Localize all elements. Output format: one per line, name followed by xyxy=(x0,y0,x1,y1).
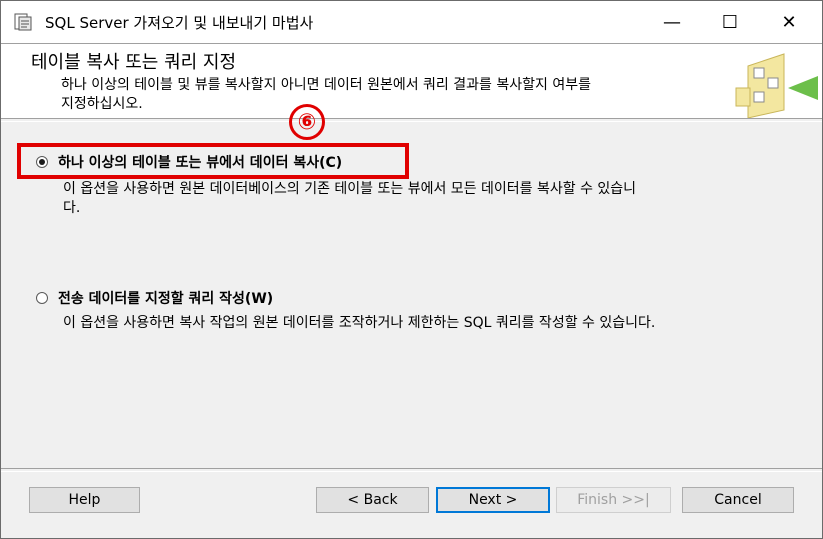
option-write-query-description: 이 옵션을 사용하면 복사 작업의 원본 데이터를 조작하거나 제한하는 SQL… xyxy=(63,314,783,333)
wizard-app-icon xyxy=(14,13,32,31)
back-button[interactable]: < Back xyxy=(316,487,429,513)
maximize-button[interactable]: ☐ xyxy=(702,1,758,43)
option-copy-tables-description: 이 옵션을 사용하면 원본 데이터베이스의 기존 테이블 또는 뷰에서 모든 데… xyxy=(63,180,783,218)
option-copy-tables-description-line1: 이 옵션을 사용하면 원본 데이터베이스의 기존 테이블 또는 뷰에서 모든 데… xyxy=(63,181,637,197)
finish-button[interactable]: Finish >>| xyxy=(556,487,671,513)
header-divider xyxy=(1,118,822,122)
step-number-badge: ⑥ xyxy=(289,104,325,140)
wizard-graphic-icon xyxy=(735,53,818,118)
cancel-button[interactable]: Cancel xyxy=(682,487,794,513)
next-button[interactable]: Next > xyxy=(436,487,550,513)
page-description-line1: 하나 이상의 테이블 및 뷰를 복사할지 아니면 데이터 원본에서 쿼리 결과를… xyxy=(61,77,591,93)
option-write-query-description-line1: 이 옵션을 사용하면 복사 작업의 원본 데이터를 조작하거나 제한하는 SQL… xyxy=(63,315,656,331)
option-write-query-label[interactable]: 전송 데이터를 지정할 쿼리 작성(W) xyxy=(58,288,273,308)
maximize-icon: ☐ xyxy=(721,11,739,33)
title-bar: SQL Server 가져오기 및 내보내기 마법사 — ☐ ✕ xyxy=(1,1,822,43)
page-title: 테이블 복사 또는 쿼리 지정 xyxy=(31,52,237,73)
radio-write-query[interactable] xyxy=(36,292,48,304)
window-title: SQL Server 가져오기 및 내보내기 마법사 xyxy=(45,14,314,32)
wizard-header: 테이블 복사 또는 쿼리 지정 하나 이상의 테이블 및 뷰를 복사할지 아니면… xyxy=(1,43,822,119)
page-description-line2: 지정하십시오. xyxy=(61,96,143,112)
minimize-button[interactable]: — xyxy=(644,1,700,43)
annotation-highlight-box xyxy=(17,143,409,179)
help-button[interactable]: Help xyxy=(29,487,140,513)
wizard-window: SQL Server 가져오기 및 내보내기 마법사 — ☐ ✕ 테이블 복사 … xyxy=(0,0,823,539)
close-button[interactable]: ✕ xyxy=(761,1,817,43)
minimize-icon: — xyxy=(663,11,681,33)
page-description: 하나 이상의 테이블 및 뷰를 복사할지 아니면 데이터 원본에서 쿼리 결과를… xyxy=(61,76,711,114)
close-icon: ✕ xyxy=(781,11,797,33)
footer-divider xyxy=(1,468,822,472)
option-copy-tables-description-line2: 다. xyxy=(63,200,81,216)
